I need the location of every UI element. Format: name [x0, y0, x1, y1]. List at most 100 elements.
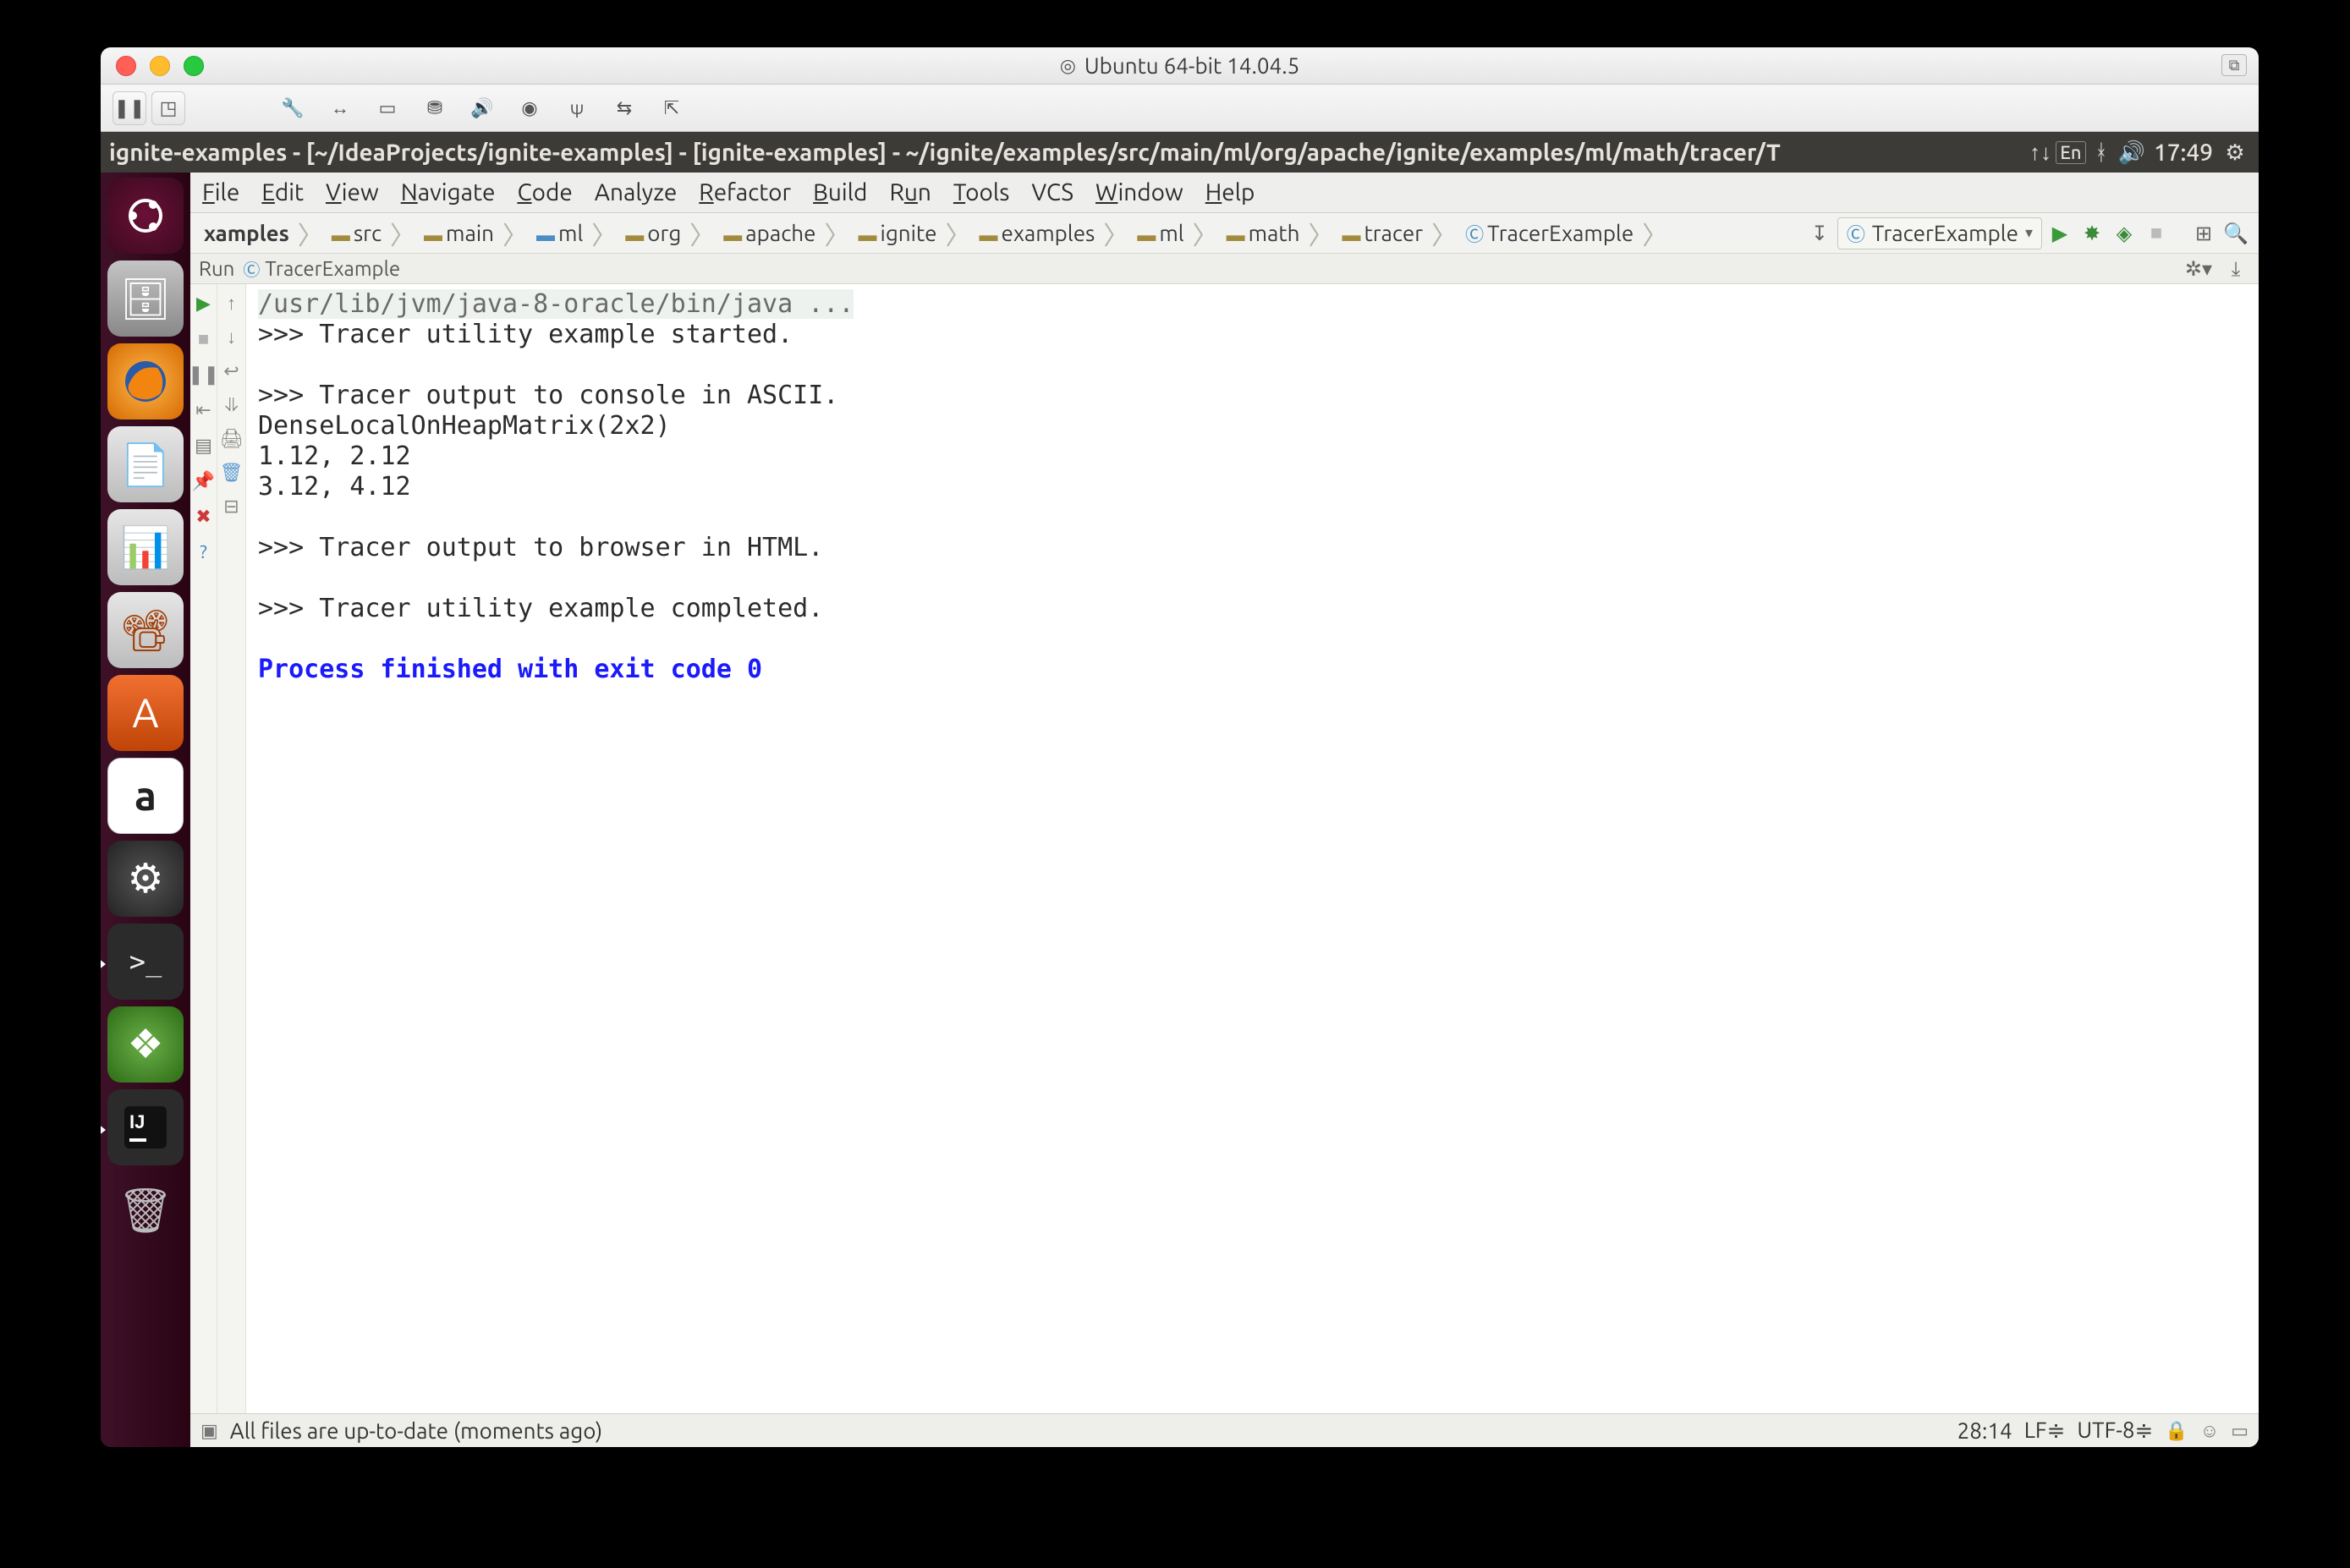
- crumb-examples[interactable]: ▬examples: [974, 221, 1100, 246]
- calc-launcher[interactable]: 📊: [107, 509, 184, 585]
- stop-button[interactable]: ■: [2142, 219, 2171, 248]
- lock-icon[interactable]: 🔒: [2165, 1420, 2188, 1442]
- run-button[interactable]: ▶: [2045, 219, 2074, 248]
- window-close-button[interactable]: [116, 56, 136, 76]
- softwrap-icon[interactable]: ↩: [223, 360, 239, 382]
- display-icon[interactable]: ▭: [366, 91, 409, 125]
- crumb-ignite[interactable]: ▬ignite: [854, 221, 942, 246]
- run-gutter-right: ↑ ↓ ↩ ⥥ 🖨 🗑 ⊟: [217, 284, 246, 1413]
- menu-window[interactable]: Window: [1095, 179, 1183, 206]
- usb-icon[interactable]: ψ: [556, 91, 598, 125]
- run-config-selector[interactable]: Ⓒ TracerExample ▾: [1837, 217, 2042, 249]
- camera-icon[interactable]: ◉: [508, 91, 551, 125]
- run-config-label: TracerExample: [1872, 221, 2018, 245]
- make-icon[interactable]: ↧: [1805, 219, 1834, 248]
- crumb-main[interactable]: ▬main: [419, 221, 499, 246]
- window-minimize-button[interactable]: [150, 56, 170, 76]
- clear-icon[interactable]: 🗑: [220, 462, 244, 484]
- pause-vm-button[interactable]: ❚❚: [113, 91, 146, 125]
- share-icon[interactable]: ⇱: [651, 91, 693, 125]
- menu-file[interactable]: File: [202, 179, 239, 206]
- pin-icon[interactable]: 📌: [192, 470, 215, 492]
- crumb-ml2[interactable]: ▬ml: [1132, 221, 1189, 246]
- dash-button[interactable]: [107, 178, 184, 254]
- menu-help[interactable]: Help: [1205, 179, 1255, 206]
- crumb-apache[interactable]: ▬apache: [718, 221, 821, 246]
- menu-vcs[interactable]: VCS: [1031, 179, 1073, 206]
- maximize-icon[interactable]: ⤓: [2221, 255, 2250, 283]
- menu-edit[interactable]: Edit: [261, 179, 304, 206]
- menu-refactor[interactable]: Refactor: [699, 179, 791, 206]
- menu-tools[interactable]: Tools: [953, 179, 1009, 206]
- debug-button[interactable]: ✸: [2078, 219, 2106, 248]
- crumb-root[interactable]: xamples: [199, 221, 294, 245]
- impress-launcher[interactable]: 📽: [107, 592, 184, 668]
- window-zoom-button[interactable]: [184, 56, 204, 76]
- toolwindows-icon[interactable]: ▣: [200, 1420, 218, 1442]
- scroll-icon[interactable]: ⥥: [225, 394, 239, 416]
- volume-indicator[interactable]: 🔊: [2117, 140, 2147, 166]
- memory-icon[interactable]: ▭: [2231, 1420, 2248, 1442]
- inspector-icon[interactable]: ☺: [2200, 1420, 2219, 1442]
- print-icon[interactable]: 🖨: [220, 428, 244, 450]
- network-icon[interactable]: ⇆: [603, 91, 645, 125]
- network-indicator[interactable]: ↑↓: [2025, 140, 2056, 166]
- firefox-launcher[interactable]: [107, 343, 184, 419]
- menu-analyze[interactable]: Analyze: [595, 179, 678, 206]
- folder-icon: ▬: [332, 224, 350, 245]
- amazon-launcher[interactable]: a: [107, 758, 184, 834]
- resize-icon[interactable]: ↔: [319, 91, 361, 125]
- hdd-icon[interactable]: ⛃: [414, 91, 456, 125]
- arrow-up-icon[interactable]: ↑: [227, 293, 236, 315]
- status-position[interactable]: 28:14: [1957, 1418, 2012, 1443]
- bluetooth-indicator[interactable]: ᚼ: [2086, 140, 2117, 165]
- search-icon[interactable]: 🔍: [2221, 219, 2250, 248]
- crumb-class[interactable]: ⒸTracerExample: [1460, 220, 1639, 247]
- writer-launcher[interactable]: 📄: [107, 426, 184, 502]
- snapshot-button[interactable]: ◳: [151, 91, 185, 125]
- exit-icon[interactable]: ⇤: [195, 399, 211, 421]
- crumb-src[interactable]: ▬src: [327, 221, 387, 246]
- settings-launcher[interactable]: ⚙: [107, 841, 184, 917]
- files-launcher[interactable]: 🗄: [107, 260, 184, 337]
- session-indicator[interactable]: ⚙: [2220, 140, 2250, 166]
- tools-icon[interactable]: 🔧: [272, 91, 314, 125]
- intellij-launcher[interactable]: IJ: [107, 1089, 184, 1165]
- help-icon[interactable]: ?: [200, 541, 207, 562]
- gear-icon[interactable]: ✲▾: [2184, 255, 2213, 283]
- software-launcher[interactable]: A: [107, 675, 184, 751]
- fullscreen-button[interactable]: ⧉: [2221, 54, 2247, 76]
- app-launcher[interactable]: ❖: [107, 1006, 184, 1083]
- language-indicator[interactable]: En: [2056, 141, 2086, 164]
- crumb-math[interactable]: ▬math: [1222, 221, 1305, 246]
- sound-icon[interactable]: 🔊: [461, 91, 503, 125]
- menu-navigate[interactable]: Navigate: [401, 179, 496, 206]
- structure-icon[interactable]: ⊞: [2189, 219, 2218, 248]
- status-message: All files are up-to-date (moments ago): [230, 1418, 602, 1443]
- trash-launcher[interactable]: 🗑: [107, 1172, 184, 1248]
- rerun-icon[interactable]: ▶: [196, 293, 211, 315]
- run-tool-tab[interactable]: Ⓒ TracerExample: [243, 256, 400, 281]
- menu-build[interactable]: Build: [813, 179, 867, 206]
- clock[interactable]: 17:49: [2147, 140, 2220, 166]
- arrow-down-icon[interactable]: ↓: [227, 326, 236, 348]
- folder-icon: ▬: [1342, 224, 1360, 245]
- menu-view[interactable]: View: [326, 179, 379, 206]
- layout-icon[interactable]: ▤: [195, 435, 212, 457]
- menu-code[interactable]: Code: [517, 179, 572, 206]
- console-output[interactable]: /usr/lib/jvm/java-8-oracle/bin/java ... …: [246, 284, 2259, 1413]
- pause-icon[interactable]: ❚❚: [188, 364, 219, 386]
- crumb-tracer[interactable]: ▬tracer: [1337, 221, 1428, 246]
- status-line-ending[interactable]: LF≑: [2024, 1417, 2066, 1444]
- tree-icon[interactable]: ⊟: [223, 496, 239, 518]
- terminal-launcher[interactable]: >_: [107, 924, 184, 1000]
- coverage-button[interactable]: ◈: [2110, 219, 2139, 248]
- stop-icon[interactable]: ■: [198, 328, 209, 350]
- close-icon[interactable]: ✖: [195, 506, 211, 528]
- menu-run[interactable]: Run: [889, 179, 931, 206]
- status-encoding[interactable]: UTF-8≑: [2077, 1417, 2153, 1444]
- crumb-org[interactable]: ▬org: [620, 221, 686, 246]
- crumb-ml[interactable]: ▬ml: [531, 221, 588, 246]
- chevron-down-icon: ▾: [2025, 224, 2033, 242]
- mac-titlebar: ◎ Ubuntu 64-bit 14.04.5 ⧉: [101, 47, 2259, 85]
